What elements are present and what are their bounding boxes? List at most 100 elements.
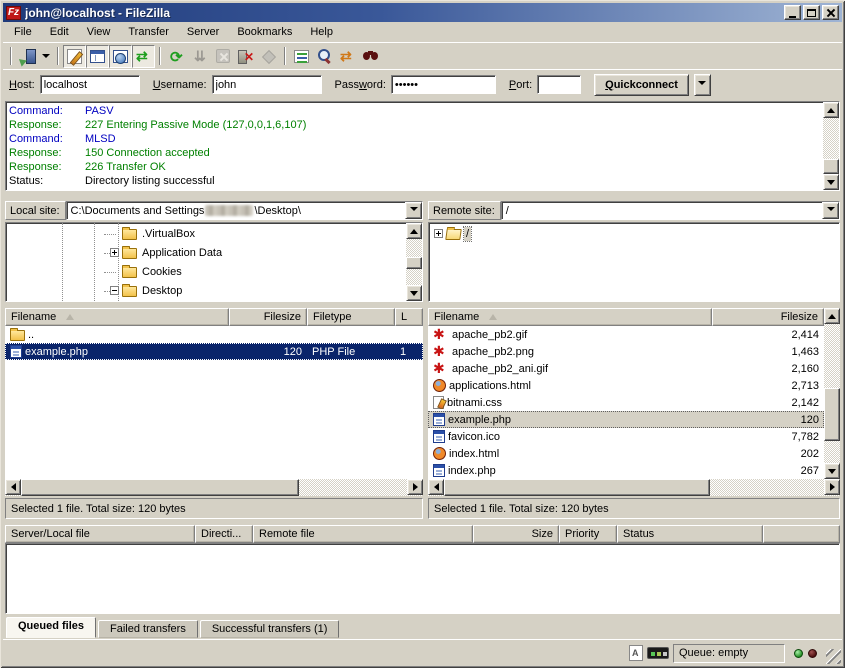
local-site-combobox[interactable]: C:\Documents and Settings\Desktop\ <box>66 201 423 220</box>
scroll-track[interactable] <box>406 239 422 285</box>
tree-item[interactable]: Application Data <box>6 243 406 262</box>
log-vertical-scrollbar[interactable] <box>823 102 839 190</box>
toggle-message-log-button[interactable] <box>63 45 86 68</box>
queue-column-remote-file[interactable]: Remote file <box>253 525 473 543</box>
column-header-filename[interactable]: Filename <box>428 308 712 326</box>
quickconnect-button[interactable]: Quickconnect <box>594 74 689 96</box>
file-row[interactable]: apache_pb2.gif 2,414 <box>428 326 824 343</box>
queue-column-status[interactable]: Status <box>617 525 763 543</box>
file-row[interactable]: bitnami.css 2,142 <box>428 394 824 411</box>
file-row[interactable]: favicon.ico 7,782 <box>428 428 824 445</box>
scroll-left-button[interactable] <box>428 479 444 495</box>
tree-item[interactable]: .VirtualBox <box>6 224 406 243</box>
queue-list[interactable] <box>5 543 840 614</box>
queue-column-size[interactable]: Size <box>473 525 559 543</box>
remote-horizontal-scrollbar[interactable] <box>428 479 840 496</box>
toggle-remote-tree-button[interactable] <box>109 45 132 68</box>
queue-column-priority[interactable]: Priority <box>559 525 617 543</box>
file-row[interactable]: applications.html 2,713 <box>428 377 824 394</box>
file-row[interactable]: index.php 267 <box>428 462 824 479</box>
port-input[interactable] <box>537 75 581 94</box>
menu-item[interactable]: Bookmarks <box>228 23 301 41</box>
queue-tab[interactable]: Successful transfers (1) <box>200 620 340 638</box>
column-header-filesize[interactable]: Filesize <box>712 308 824 326</box>
data-type-icon[interactable] <box>629 645 643 661</box>
scroll-thumb[interactable] <box>824 388 840 441</box>
file-row[interactable]: apache_pb2.png 1,463 <box>428 343 824 360</box>
host-input[interactable] <box>40 75 140 94</box>
title-bar[interactable]: Fz john@localhost - FileZilla <box>3 3 842 22</box>
disconnect-button[interactable] <box>234 45 257 68</box>
column-header-lastmodified[interactable]: L <box>395 308 423 326</box>
synchronized-browsing-button[interactable] <box>336 45 359 68</box>
speed-limit-icon[interactable] <box>647 647 669 659</box>
minimize-button[interactable] <box>784 5 801 20</box>
scroll-left-button[interactable] <box>5 479 21 495</box>
scroll-thumb[interactable] <box>21 479 299 496</box>
file-row[interactable]: apache_pb2_ani.gif 2,160 <box>428 360 824 377</box>
find-files-button[interactable] <box>359 45 382 68</box>
tree-expander-icon[interactable] <box>434 229 443 238</box>
reconnect-button[interactable] <box>257 45 280 68</box>
toggle-queue-button[interactable] <box>132 45 155 68</box>
file-row[interactable]: .. <box>5 326 423 343</box>
column-header-filesize[interactable]: Filesize <box>229 308 307 326</box>
cancel-operation-button[interactable] <box>211 45 234 68</box>
close-button[interactable] <box>822 5 839 20</box>
tree-item[interactable]: Cookies <box>6 262 406 281</box>
resize-grip[interactable] <box>826 649 841 664</box>
file-row[interactable]: example.php 120 PHP File 1 <box>5 343 423 360</box>
scroll-thumb[interactable] <box>406 257 422 269</box>
scroll-up-button[interactable] <box>406 223 422 239</box>
queue-tab[interactable]: Queued files <box>6 617 96 638</box>
queue-tab[interactable]: Failed transfers <box>98 620 198 638</box>
process-queue-button[interactable] <box>188 45 211 68</box>
menu-item[interactable]: Edit <box>41 23 78 41</box>
scroll-track[interactable] <box>21 479 407 496</box>
directory-listing-filters-button[interactable] <box>290 45 313 68</box>
menu-item[interactable]: Transfer <box>119 23 178 41</box>
menu-item[interactable]: Help <box>301 23 342 41</box>
refresh-button[interactable] <box>165 45 188 68</box>
menu-item[interactable]: File <box>5 23 41 41</box>
scroll-down-button[interactable] <box>823 174 839 190</box>
scroll-track[interactable] <box>824 324 840 463</box>
scroll-track[interactable] <box>823 118 839 174</box>
scroll-down-button[interactable] <box>406 285 422 301</box>
site-manager-dropdown[interactable] <box>39 45 53 68</box>
file-row[interactable]: index.html 202 <box>428 445 824 462</box>
file-row[interactable]: example.php 120 <box>428 411 824 428</box>
site-manager-button[interactable] <box>16 45 39 68</box>
menu-item[interactable]: View <box>78 23 120 41</box>
menu-item[interactable]: Server <box>178 23 228 41</box>
scroll-up-button[interactable] <box>823 102 839 118</box>
local-site-dropdown[interactable] <box>405 202 422 219</box>
scroll-track[interactable] <box>444 479 824 496</box>
local-horizontal-scrollbar[interactable] <box>5 479 423 496</box>
username-input[interactable] <box>212 75 322 94</box>
maximize-button[interactable] <box>803 5 820 20</box>
tree-item[interactable]: Desktop <box>6 281 406 300</box>
scroll-right-button[interactable] <box>824 479 840 495</box>
scroll-right-button[interactable] <box>407 479 423 495</box>
scroll-thumb[interactable] <box>823 159 839 174</box>
scroll-down-button[interactable] <box>824 463 840 479</box>
scroll-thumb[interactable] <box>444 479 710 496</box>
queue-column-direction[interactable]: Directi... <box>195 525 253 543</box>
quickconnect-dropdown[interactable] <box>694 74 711 96</box>
tree-expander-icon[interactable] <box>110 286 119 295</box>
directory-comparison-button[interactable] <box>313 45 336 68</box>
remote-site-combobox[interactable]: / <box>501 201 840 220</box>
column-header-filetype[interactable]: Filetype <box>307 308 395 326</box>
remote-site-dropdown[interactable] <box>822 202 839 219</box>
folder-icon <box>122 267 137 278</box>
remote-vertical-scrollbar[interactable] <box>824 308 840 479</box>
tree-expander-icon[interactable] <box>110 248 119 257</box>
queue-column-server-local-file[interactable]: Server/Local file <box>5 525 195 543</box>
tree-item[interactable]: / <box>429 224 839 243</box>
toggle-local-tree-button[interactable] <box>86 45 109 68</box>
scroll-up-button[interactable] <box>824 308 840 324</box>
column-header-filename[interactable]: Filename <box>5 308 229 326</box>
password-input[interactable] <box>391 75 496 94</box>
local-tree-scrollbar[interactable] <box>406 223 422 301</box>
